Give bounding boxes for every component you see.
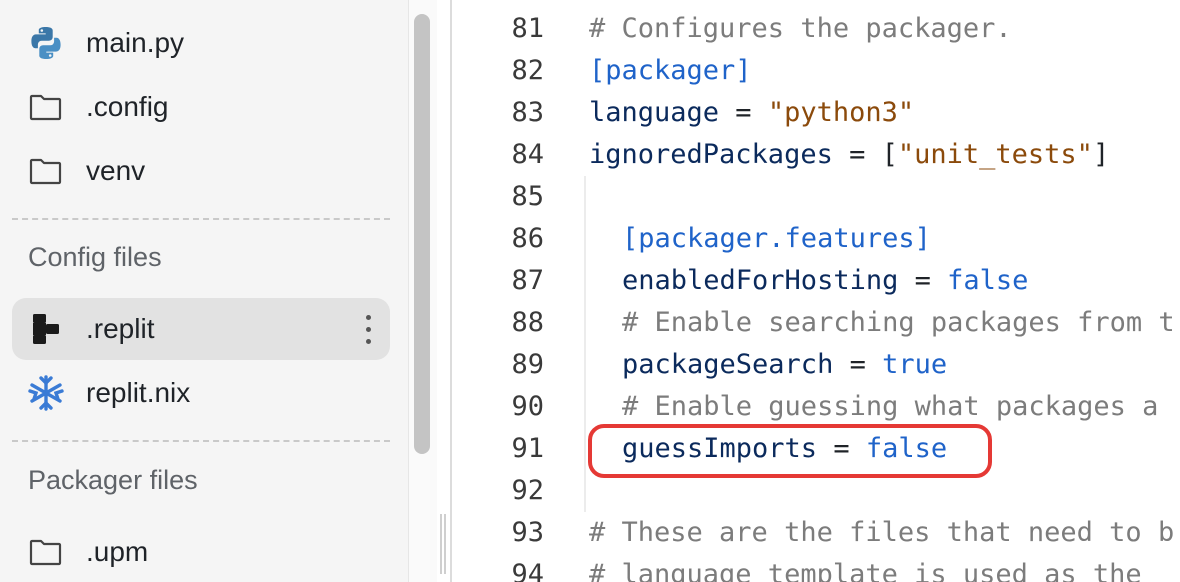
line-code: # language template is used as the [589, 559, 1142, 582]
pane-resize-handle[interactable] [440, 514, 446, 574]
file-item-replit[interactable]: .replit [12, 298, 390, 360]
code-line[interactable]: 88 # Enable searching packages from t [452, 301, 1180, 343]
code-token: # Configures the packager. [589, 12, 1012, 44]
line-number: 90 [511, 390, 544, 422]
line-number: 94 [511, 558, 544, 582]
code-token: ] [1092, 138, 1110, 170]
more-options-icon[interactable] [360, 311, 376, 347]
line-number: 81 [511, 12, 544, 44]
line-code: language = "python3" [589, 97, 914, 128]
section-title-packager-files: Packager files [28, 465, 198, 495]
line-number: 83 [511, 96, 544, 128]
code-token: = [898, 264, 948, 296]
code-line[interactable]: 82 [packager] [452, 49, 1180, 91]
line-number: 88 [511, 306, 544, 338]
file-tree-sidebar: main.py .config venv Config files .repli… [0, 0, 408, 582]
code-token: # Enable searching packages from t [622, 306, 1175, 338]
code-line[interactable]: 86 [packager.features] [452, 217, 1180, 259]
line-number: 91 [511, 432, 544, 464]
file-label: venv [86, 155, 146, 186]
file-label: replit.nix [86, 377, 191, 408]
line-code: [packager] [589, 55, 752, 86]
code-line[interactable]: 84 ignoredPackages = ["unit_tests"] [452, 133, 1180, 175]
folder-icon [26, 87, 66, 127]
code-line[interactable]: 81 # Configures the packager. [452, 7, 1180, 49]
line-code: # Enable guessing what packages a [622, 391, 1158, 422]
replit-icon [26, 309, 66, 349]
folder-icon [26, 532, 66, 572]
line-number: 86 [511, 222, 544, 254]
code-token: # Enable guessing what packages a [622, 390, 1159, 422]
code-token: = [833, 348, 883, 380]
file-label: .replit [86, 313, 155, 344]
folder-icon [26, 151, 66, 191]
line-number: 92 [511, 474, 544, 506]
code-token: # These are the files that need to b [589, 516, 1175, 548]
code-token: [packager.features] [622, 222, 931, 254]
code-token: packageSearch [622, 348, 834, 380]
code-editor[interactable]: 81 # Configures the packager. 82 [packager]… [452, 0, 1180, 582]
code-token: ignoredPackages [589, 138, 833, 170]
line-code: # These are the files that need to b [589, 517, 1174, 548]
file-label: main.py [86, 27, 185, 58]
code-line[interactable]: 83 language = "python3" [452, 91, 1180, 133]
folder-item-config[interactable]: .config [12, 76, 390, 138]
line-code: ignoredPackages = ["unit_tests"] [589, 139, 1109, 170]
indent-guide [584, 176, 586, 512]
file-label: .upm [86, 536, 149, 567]
python-icon [26, 23, 66, 63]
code-token: false [947, 264, 1029, 296]
line-number: 84 [511, 138, 544, 170]
line-number: 82 [511, 54, 544, 86]
line-number: 89 [511, 348, 544, 380]
folder-item-upm[interactable]: .upm [12, 521, 390, 582]
line-code: [packager.features] [622, 223, 931, 254]
code-token: "python3" [767, 96, 915, 128]
code-token: true [882, 348, 948, 380]
code-line[interactable]: 89 packageSearch = true [452, 343, 1180, 385]
nix-icon [26, 373, 66, 413]
line-number: 85 [511, 180, 544, 212]
code-token: = [ [832, 138, 898, 170]
code-token: language [589, 96, 720, 128]
code-line[interactable]: 93 # These are the files that need to b [452, 511, 1180, 553]
line-code: # Configures the packager. [589, 13, 1012, 44]
line-number: 87 [511, 264, 544, 296]
section-divider [12, 440, 390, 442]
code-line[interactable]: 85 [452, 175, 1180, 217]
line-code: # Enable searching packages from t [622, 307, 1175, 338]
line-number: 93 [511, 516, 544, 548]
line-code: packageSearch = true [622, 349, 947, 380]
code-token: "unit_tests" [897, 138, 1093, 170]
section-divider [12, 218, 390, 220]
section-title-config-files: Config files [28, 242, 162, 272]
file-item-main-py[interactable]: main.py [12, 12, 390, 74]
annotation-highlight-box [588, 424, 992, 478]
line-code: enabledForHosting = false [622, 265, 1028, 296]
sidebar-scrollbar-thumb[interactable] [414, 14, 430, 454]
code-line[interactable]: 94 # language template is used as the [452, 553, 1180, 582]
file-label: .config [86, 91, 169, 122]
code-token: # language template is used as the [589, 558, 1142, 582]
file-item-replit-nix[interactable]: replit.nix [12, 362, 390, 424]
code-line[interactable]: 87 enabledForHosting = false [452, 259, 1180, 301]
folder-item-venv[interactable]: venv [12, 140, 390, 202]
code-token: [packager] [589, 54, 752, 86]
code-token: = [719, 96, 768, 128]
code-token: enabledForHosting [622, 264, 899, 296]
code-line[interactable]: 90 # Enable guessing what packages a [452, 385, 1180, 427]
